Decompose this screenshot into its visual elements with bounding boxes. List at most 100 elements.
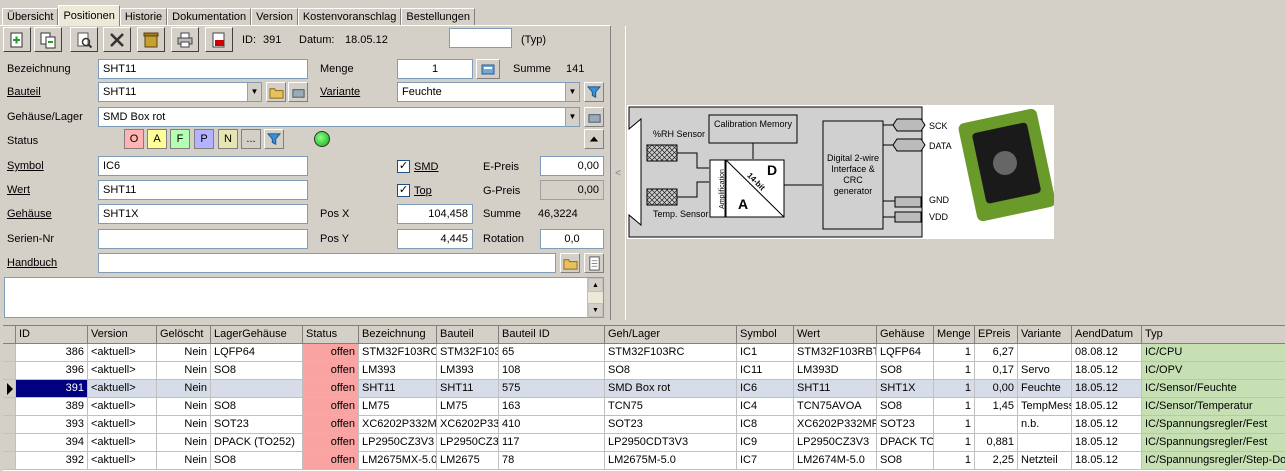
table-row[interactable]: 392 <aktuell> Nein SO8 offen LM2675MX-5.0 LM26…: [3, 452, 1285, 470]
cell-bauteil-id[interactable]: 163: [499, 398, 605, 416]
cell-epreis[interactable]: 0,881: [975, 434, 1018, 452]
header-wert[interactable]: Wert: [794, 326, 877, 344]
cell-bezeichnung[interactable]: LM2675MX-5.0: [359, 452, 437, 470]
cell-aenddatum[interactable]: 18.05.12: [1072, 434, 1142, 452]
cell-typ[interactable]: IC/OPV: [1142, 362, 1285, 380]
print-button[interactable]: [171, 27, 199, 52]
cell-version[interactable]: <aktuell>: [88, 344, 157, 362]
cell-wert[interactable]: LM2674M-5.0: [794, 452, 877, 470]
cell-id[interactable]: 394: [16, 434, 88, 452]
cell-symbol[interactable]: IC8: [737, 416, 794, 434]
cell-wert[interactable]: LP2950CZ3V3: [794, 434, 877, 452]
cell-geh-lager[interactable]: SMD Box rot: [605, 380, 737, 398]
cell-id[interactable]: 391: [16, 380, 88, 398]
copy-button[interactable]: [34, 27, 62, 52]
cell-bauteil[interactable]: SHT11: [437, 380, 499, 398]
cell-id[interactable]: 389: [16, 398, 88, 416]
cell-lagergehaeuse[interactable]: LQFP64: [211, 344, 303, 362]
cell-status[interactable]: offen: [303, 362, 359, 380]
cell-geh-lager[interactable]: SOT23: [605, 416, 737, 434]
cell-menge[interactable]: 1: [934, 398, 975, 416]
cell-variante[interactable]: n.b.: [1018, 416, 1072, 434]
cell-bezeichnung[interactable]: XC6202P332MR: [359, 416, 437, 434]
cell-symbol[interactable]: IC7: [737, 452, 794, 470]
cell-bauteil[interactable]: LM75: [437, 398, 499, 416]
cell-status[interactable]: offen: [303, 344, 359, 362]
notes-scrollbar[interactable]: ▲ ▼: [587, 278, 603, 317]
cell-bezeichnung[interactable]: LM75: [359, 398, 437, 416]
positions-table[interactable]: ID Version Gelöscht LagerGehäuse Status …: [3, 325, 1285, 471]
cell-geh-lager[interactable]: LM2675M-5.0: [605, 452, 737, 470]
row-indicator[interactable]: [3, 416, 16, 434]
cell-symbol[interactable]: IC1: [737, 344, 794, 362]
header-typ[interactable]: Typ: [1142, 326, 1285, 344]
cell-menge[interactable]: 1: [934, 452, 975, 470]
header-geh-lager[interactable]: Geh/Lager: [605, 326, 737, 344]
header-geloescht[interactable]: Gelöscht: [157, 326, 211, 344]
cell-aenddatum[interactable]: 18.05.12: [1072, 416, 1142, 434]
cell-lagergehaeuse[interactable]: SO8: [211, 398, 303, 416]
status-f-button[interactable]: F: [170, 129, 190, 149]
smd-checkbox[interactable]: ✓: [397, 160, 410, 173]
cell-gehaeuse[interactable]: LQFP64: [877, 344, 934, 362]
cell-lagergehaeuse[interactable]: SOT23: [211, 416, 303, 434]
cell-variante[interactable]: [1018, 434, 1072, 452]
header-id[interactable]: ID: [16, 326, 88, 344]
rotation-input[interactable]: 0,0: [540, 229, 604, 249]
cell-gehaeuse[interactable]: SO8: [877, 398, 934, 416]
cell-id[interactable]: 392: [16, 452, 88, 470]
cell-bauteil[interactable]: XC6202P332: [437, 416, 499, 434]
cell-gehaeuse[interactable]: SHT1X: [877, 380, 934, 398]
cell-id[interactable]: 396: [16, 362, 88, 380]
collapse-up-button[interactable]: [584, 129, 604, 149]
posy-input[interactable]: 4,445: [397, 229, 473, 249]
cell-geloescht[interactable]: Nein: [157, 434, 211, 452]
row-indicator[interactable]: [3, 434, 16, 452]
cell-gehaeuse[interactable]: SOT23: [877, 416, 934, 434]
handbuch-view-button[interactable]: [584, 253, 604, 273]
cell-aenddatum[interactable]: 18.05.12: [1072, 452, 1142, 470]
header-bezeichnung[interactable]: Bezeichnung: [359, 326, 437, 344]
table-row[interactable]: 391 <aktuell> Nein offen SHT11 SHT11 575 SMD Bo…: [3, 380, 1285, 398]
notes-textarea[interactable]: [4, 277, 604, 318]
cell-geloescht[interactable]: Nein: [157, 398, 211, 416]
cell-aenddatum[interactable]: 18.05.12: [1072, 398, 1142, 416]
cell-gehaeuse[interactable]: DPACK TO: [877, 434, 934, 452]
cell-variante[interactable]: Feuchte: [1018, 380, 1072, 398]
archive-button[interactable]: [137, 27, 165, 52]
tab-positionen[interactable]: Positionen: [58, 5, 120, 26]
cell-wert[interactable]: TCN75AVOA: [794, 398, 877, 416]
tab-uebersicht[interactable]: Übersicht: [2, 8, 59, 26]
header-lagergehaeuse[interactable]: LagerGehäuse: [211, 326, 303, 344]
header-gehaeuse[interactable]: Gehäuse: [877, 326, 934, 344]
chevron-down-icon[interactable]: ▼: [247, 83, 261, 101]
pdf-button[interactable]: [205, 27, 233, 52]
link-bauteil-button[interactable]: [288, 82, 308, 102]
cell-epreis[interactable]: 2,25: [975, 452, 1018, 470]
table-row[interactable]: 394 <aktuell> Nein DPACK (TO252) offen LP2950…: [3, 434, 1285, 452]
status-filter-button[interactable]: [264, 129, 284, 149]
cell-geh-lager[interactable]: TCN75: [605, 398, 737, 416]
table-row[interactable]: 389 <aktuell> Nein SO8 offen LM75 LM75 163 TCN75…: [3, 398, 1285, 416]
row-indicator[interactable]: [3, 362, 16, 380]
wert-input[interactable]: SHT11: [98, 180, 308, 200]
cell-geloescht[interactable]: Nein: [157, 344, 211, 362]
header-version[interactable]: Version: [88, 326, 157, 344]
cell-version[interactable]: <aktuell>: [88, 416, 157, 434]
cell-version[interactable]: <aktuell>: [88, 362, 157, 380]
cell-wert[interactable]: STM32F103RBT6: [794, 344, 877, 362]
cell-gehaeuse[interactable]: SO8: [877, 362, 934, 380]
cell-bezeichnung[interactable]: LP2950CZ3V3: [359, 434, 437, 452]
cell-symbol[interactable]: IC6: [737, 380, 794, 398]
cell-status[interactable]: offen: [303, 380, 359, 398]
go-icon[interactable]: [314, 131, 330, 147]
cell-geloescht[interactable]: Nein: [157, 416, 211, 434]
gehaeuse-input[interactable]: SHT1X: [98, 204, 308, 224]
header-epreis[interactable]: EPreis: [975, 326, 1018, 344]
cell-epreis[interactable]: [975, 416, 1018, 434]
row-indicator[interactable]: [3, 452, 16, 470]
cell-id[interactable]: 393: [16, 416, 88, 434]
cell-bauteil[interactable]: LP2950CZ3V: [437, 434, 499, 452]
cell-bauteil-id[interactable]: 117: [499, 434, 605, 452]
cell-bauteil-id[interactable]: 108: [499, 362, 605, 380]
